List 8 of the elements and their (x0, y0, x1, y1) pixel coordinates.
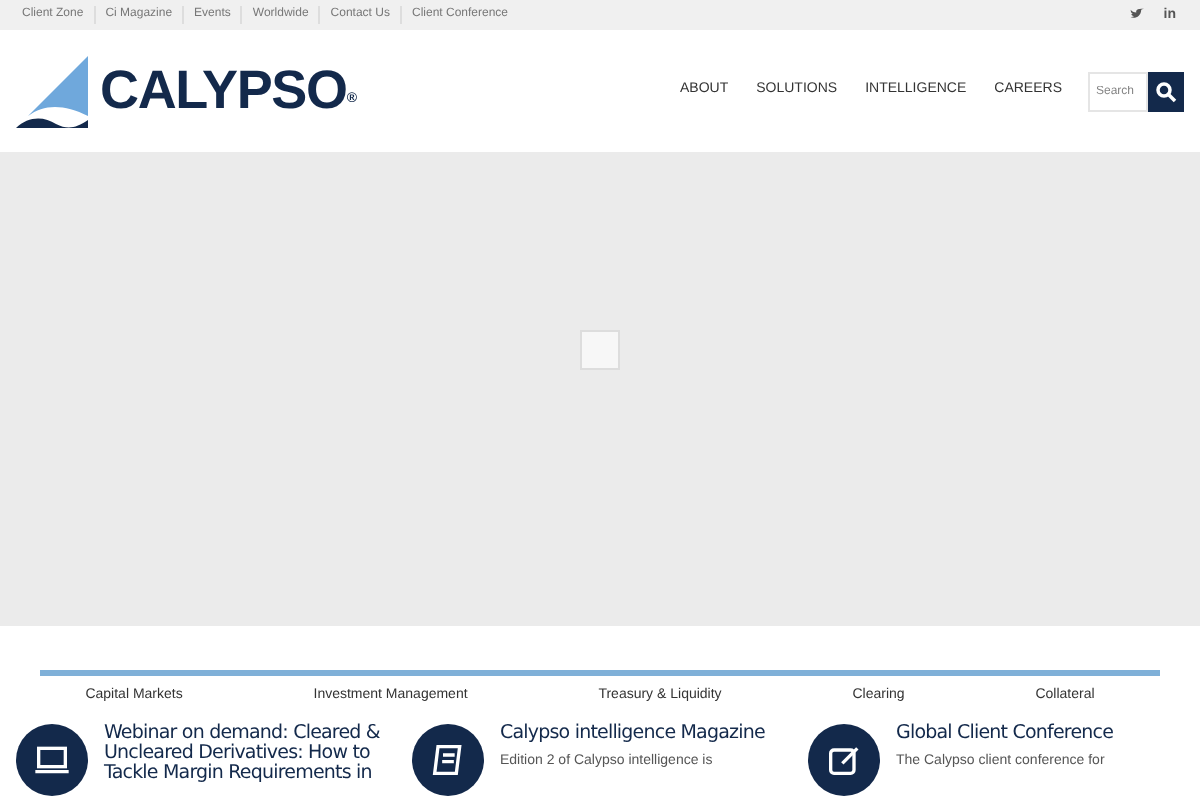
logo-icon (16, 55, 92, 127)
twitter-icon[interactable] (1129, 8, 1144, 20)
card-title[interactable]: Global Client Conference (896, 723, 1114, 743)
card-title[interactable]: Webinar on demand: Cleared & Uncleared Derivatives: How to Tackle Margin Requirements in (104, 723, 396, 783)
logo-text: CALYPSO$^{®}$ (100, 64, 356, 118)
card-title[interactable]: Calypso intelligence Magazine (500, 723, 765, 743)
search-icon (1154, 79, 1178, 103)
search-button[interactable] (1148, 71, 1184, 111)
